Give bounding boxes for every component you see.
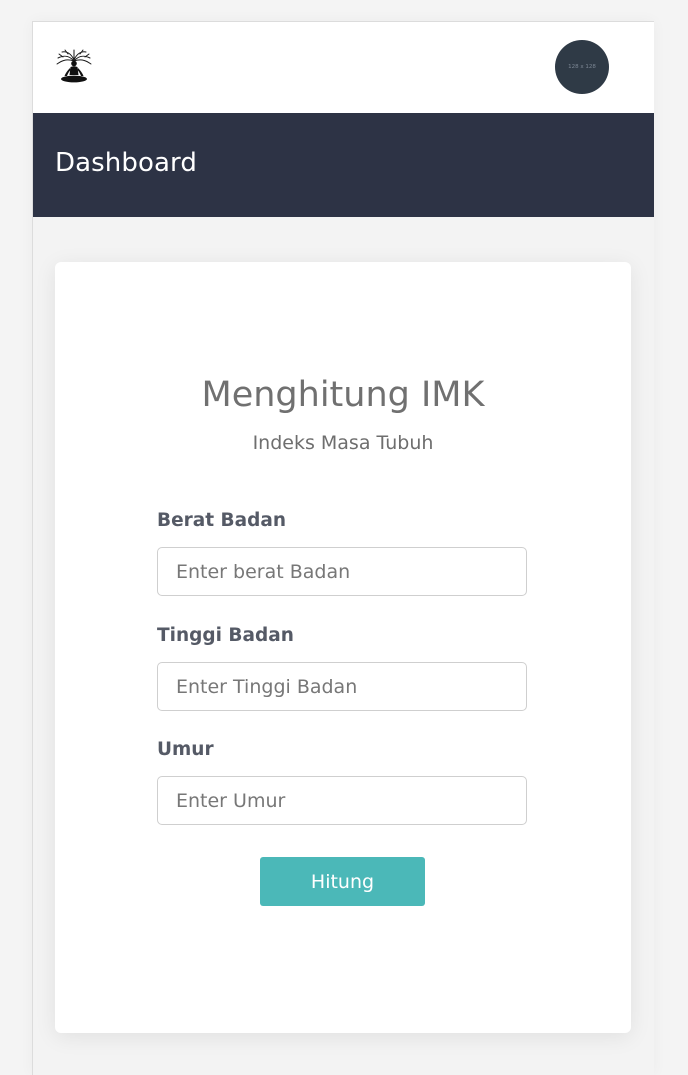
top-navbar: 128 x 128	[33, 22, 654, 113]
height-label: Tinggi Badan	[157, 625, 294, 646]
form-title: Menghitung IMK	[201, 375, 485, 415]
age-input[interactable]	[157, 776, 527, 825]
avatar-placeholder-text: 128 x 128	[568, 64, 596, 70]
meditation-tree-icon[interactable]	[54, 47, 94, 87]
height-input[interactable]	[157, 662, 527, 711]
app-frame: 128 x 128 Dashboard Menghitung IMK Indek…	[32, 21, 654, 1075]
weight-label: Berat Badan	[157, 510, 287, 531]
age-label: Umur	[157, 739, 214, 760]
form-subtitle: Indeks Masa Tubuh	[252, 432, 434, 454]
calculate-button[interactable]: Hitung	[260, 857, 425, 906]
weight-input[interactable]	[157, 547, 527, 596]
avatar[interactable]: 128 x 128	[555, 40, 609, 94]
page-header: Dashboard	[33, 113, 654, 217]
page-title: Dashboard	[55, 148, 197, 178]
bmi-form-card: Menghitung IMK Indeks Masa Tubuh Berat B…	[55, 262, 631, 1033]
